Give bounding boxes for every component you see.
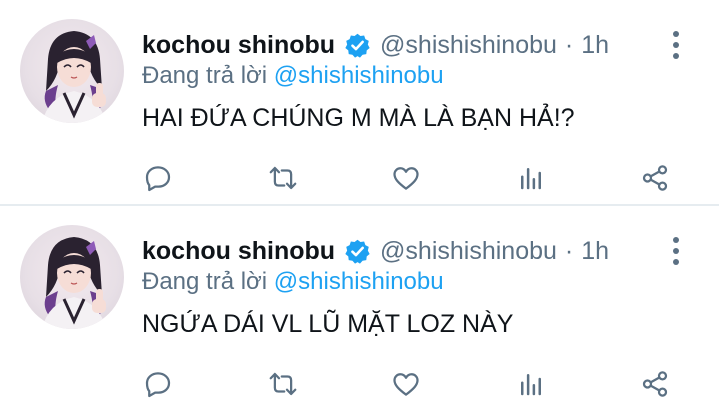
share-icon[interactable] [637, 366, 673, 402]
separator-dot: · [564, 236, 574, 265]
action-bar [140, 160, 679, 196]
timestamp[interactable]: 1h [581, 31, 609, 60]
reply-mention-link[interactable]: @shishishinobu [274, 268, 444, 295]
avatar[interactable] [20, 19, 124, 123]
avatar[interactable] [20, 225, 124, 329]
share-icon[interactable] [637, 160, 673, 196]
analytics-icon[interactable] [513, 160, 549, 196]
tweet-text: HAI ĐỨA CHÚNG M MÀ LÀ BẠN HẢ!? [142, 104, 575, 132]
like-icon[interactable] [388, 160, 424, 196]
replying-to: Đang trả lời @shishishinobu [142, 62, 444, 90]
reply-mention-link[interactable]: @shishishinobu [274, 62, 444, 89]
retweet-icon[interactable] [265, 366, 301, 402]
reply-icon[interactable] [140, 366, 176, 402]
retweet-icon[interactable] [265, 160, 301, 196]
analytics-icon[interactable] [513, 366, 549, 402]
like-icon[interactable] [388, 366, 424, 402]
verified-badge-icon [344, 32, 371, 59]
more-options-icon[interactable] [671, 236, 681, 266]
author-name[interactable]: kochou shinobu [142, 31, 335, 60]
verified-badge-icon [344, 238, 371, 265]
reply-icon[interactable] [140, 160, 176, 196]
replying-to-label: Đang trả lời [142, 62, 268, 89]
replying-to: Đang trả lời @shishishinobu [142, 268, 444, 296]
author-handle[interactable]: @shishishinobu [380, 31, 557, 60]
tweet-text: NGỨA DÁI VL LŨ MẶT LOZ NÀY [142, 310, 514, 338]
action-bar [140, 366, 679, 402]
tweet[interactable]: kochou shinobu @shishishinobu · 1h Đang … [0, 0, 719, 204]
timestamp[interactable]: 1h [581, 237, 609, 266]
separator-dot: · [564, 30, 574, 59]
author-handle[interactable]: @shishishinobu [380, 237, 557, 266]
tweet[interactable]: kochou shinobu @shishishinobu · 1h Đang … [0, 204, 719, 408]
more-options-icon[interactable] [671, 30, 681, 60]
replying-to-label: Đang trả lời [142, 268, 268, 295]
author-name[interactable]: kochou shinobu [142, 237, 335, 266]
